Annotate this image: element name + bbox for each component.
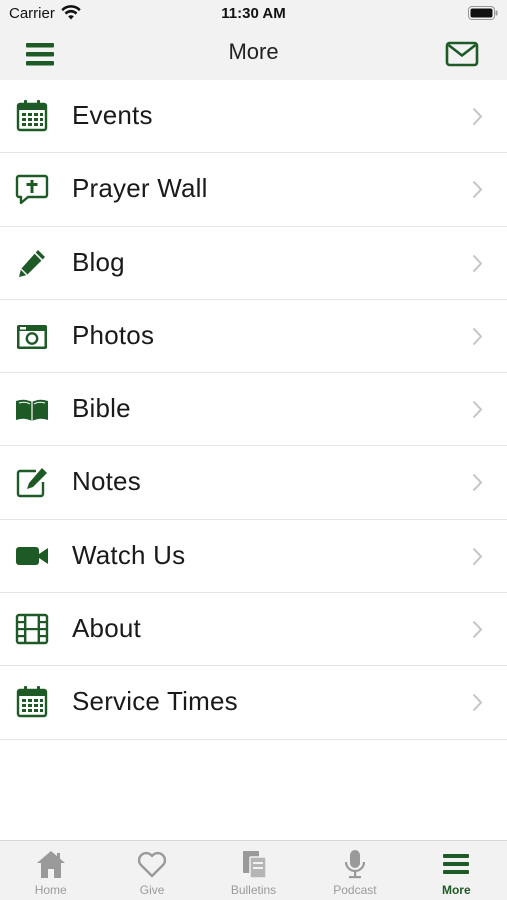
mail-icon[interactable] bbox=[445, 40, 479, 68]
navigation-bar: More bbox=[0, 28, 507, 80]
status-time: 11:30 AM bbox=[221, 5, 286, 22]
page-title: More bbox=[228, 39, 279, 64]
tab-podcast[interactable]: Podcast bbox=[304, 841, 405, 900]
chevron-right-icon bbox=[472, 474, 483, 492]
prayer-bubble-icon bbox=[15, 175, 49, 205]
menu-item-events[interactable]: Events bbox=[0, 80, 507, 154]
tab-label: Bulletins bbox=[230, 883, 277, 897]
menu-icon bbox=[443, 854, 470, 874]
menu-item-label: About bbox=[72, 613, 141, 644]
menu-item-prayer-wall[interactable]: Prayer Wall bbox=[0, 153, 507, 227]
menu-item-label: Notes bbox=[72, 466, 141, 497]
tab-label: Give bbox=[139, 883, 165, 897]
bulletins-icon bbox=[242, 851, 267, 879]
tab-bulletins[interactable]: Bulletins bbox=[203, 841, 304, 900]
menu-item-label: Watch Us bbox=[72, 539, 186, 570]
tab-label: Home bbox=[34, 883, 67, 897]
tab-bar: Home Give Bulletins Podcast More bbox=[0, 840, 507, 900]
chevron-right-icon bbox=[472, 181, 483, 199]
menu-item-blog[interactable]: Blog bbox=[0, 227, 507, 300]
microphone-icon bbox=[344, 850, 366, 879]
film-icon bbox=[15, 613, 49, 645]
status-bar: Carrier 11:30 AM bbox=[0, 0, 507, 28]
chevron-right-icon bbox=[472, 327, 483, 346]
menu-icon[interactable] bbox=[24, 39, 56, 69]
tab-give[interactable]: Give bbox=[101, 841, 202, 900]
calendar-icon bbox=[16, 686, 48, 718]
more-menu-list: Events Prayer Wall Blog Photos Bible Not… bbox=[0, 80, 507, 740]
chevron-right-icon bbox=[472, 107, 483, 126]
camera-icon bbox=[17, 324, 47, 349]
tab-home[interactable]: Home bbox=[0, 841, 101, 900]
menu-item-about[interactable]: About bbox=[0, 593, 507, 667]
chevron-right-icon bbox=[472, 547, 483, 565]
menu-item-label: Prayer Wall bbox=[72, 173, 208, 204]
menu-item-label: Bible bbox=[72, 393, 131, 424]
menu-item-label: Events bbox=[72, 100, 153, 130]
menu-item-label: Photos bbox=[72, 319, 155, 350]
chevron-right-icon bbox=[472, 254, 483, 272]
chevron-right-icon bbox=[472, 401, 483, 419]
book-icon bbox=[16, 399, 48, 422]
tab-more[interactable]: More bbox=[406, 841, 507, 900]
menu-item-watch-us[interactable]: Watch Us bbox=[0, 520, 507, 594]
menu-item-label: Service Times bbox=[72, 686, 238, 717]
tab-label: Podcast bbox=[333, 883, 377, 897]
menu-item-notes[interactable]: Notes bbox=[0, 446, 507, 520]
menu-item-label: Blog bbox=[72, 246, 125, 277]
calendar-icon bbox=[16, 100, 48, 132]
home-icon bbox=[36, 851, 65, 878]
battery-icon bbox=[468, 6, 498, 20]
chevron-right-icon bbox=[472, 620, 483, 639]
pencil-icon bbox=[19, 249, 45, 277]
menu-item-service-times[interactable]: Service Times bbox=[0, 666, 507, 740]
edit-note-icon bbox=[16, 468, 47, 498]
tab-label: More bbox=[441, 883, 471, 897]
chevron-right-icon bbox=[472, 694, 483, 712]
video-camera-icon bbox=[16, 546, 48, 565]
heart-icon bbox=[138, 851, 167, 878]
menu-item-bible[interactable]: Bible bbox=[0, 373, 507, 447]
menu-item-photos[interactable]: Photos bbox=[0, 300, 507, 374]
